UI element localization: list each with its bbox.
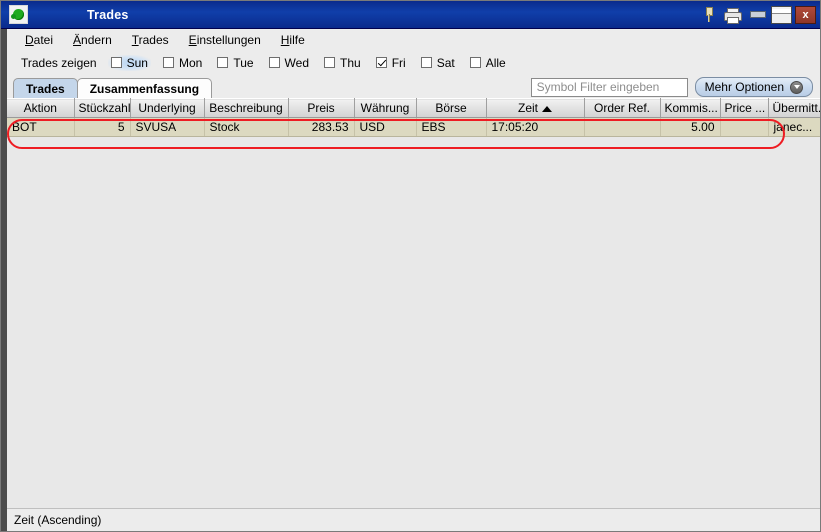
tab-toolbar: Mehr Optionen — [530, 77, 813, 97]
column-header-zeit-label: Zeit — [517, 101, 538, 115]
menu-label: instellungen — [196, 33, 261, 47]
column-header-waehrung[interactable]: Währung — [354, 98, 417, 118]
tab-strip: Trades Zusammenfassung Mehr Optionen — [7, 74, 820, 98]
menu-label: atei — [33, 33, 54, 47]
minimize-button[interactable] — [747, 6, 768, 24]
cell-beschreibung: Stock — [204, 117, 289, 137]
table-row[interactable]: BOT 5 SVUSA Stock 283.53 USD EBS 17:05:2… — [7, 117, 820, 137]
window-body: Datei Ändern Trades Einstellungen Hilfe … — [1, 29, 820, 531]
trades-table-container[interactable]: Aktion Stückzahl Underlying Beschreibung… — [7, 98, 820, 508]
menu-label: ilfe — [289, 33, 305, 47]
checkbox-box-thu — [324, 57, 336, 68]
printer-icon[interactable] — [720, 4, 744, 26]
column-header-preis[interactable]: Preis — [288, 98, 355, 118]
menu-item-trades[interactable]: Trades — [123, 31, 178, 49]
checkbox-label-sat: Sat — [436, 55, 455, 70]
checkbox-box-fri — [375, 57, 387, 68]
trades-table: Aktion Stückzahl Underlying Beschreibung… — [7, 98, 820, 137]
checkbox-box-tue — [217, 57, 229, 68]
checkbox-box-mon — [162, 57, 174, 68]
status-bar-text: Zeit (Ascending) — [14, 513, 102, 527]
checkbox-box-sun — [110, 57, 122, 68]
close-button[interactable]: x — [795, 5, 816, 24]
checkbox-label-wed: Wed — [284, 55, 310, 70]
cell-underlying: SVUSA — [130, 117, 205, 137]
menu-bar: Datei Ändern Trades Einstellungen Hilfe — [7, 29, 820, 51]
menu-item-datei[interactable]: Datei — [16, 31, 62, 49]
cell-uebermittler: janec... — [768, 117, 820, 137]
checkbox-sat[interactable]: Sat — [418, 55, 458, 71]
pin-icon[interactable] — [696, 4, 720, 26]
cell-preis: 283.53 — [288, 117, 355, 137]
symbol-filter-input[interactable] — [530, 77, 688, 97]
title-bar[interactable]: Trades x — [1, 1, 820, 29]
checkbox-label-mon: Mon — [178, 55, 203, 70]
checkbox-box-sat — [420, 57, 432, 68]
menu-mnemonic: E — [188, 33, 197, 47]
tab-trades[interactable]: Trades — [13, 78, 78, 98]
chevron-down-icon — [790, 80, 803, 94]
column-header-kommission[interactable]: Kommis... — [660, 98, 721, 118]
checkbox-label-tue: Tue — [233, 55, 254, 70]
more-options-button[interactable]: Mehr Optionen — [694, 77, 813, 97]
checkbox-label-sun: Sun — [126, 55, 148, 70]
checkbox-mon[interactable]: Mon — [160, 55, 205, 71]
column-header-order-ref[interactable]: Order Ref. — [584, 98, 661, 118]
menu-item-einstellungen[interactable]: Einstellungen — [180, 31, 270, 49]
column-header-stueckzahl[interactable]: Stückzahl — [74, 98, 131, 118]
menu-label: ndern — [81, 33, 112, 47]
table-empty-area — [7, 137, 820, 508]
checkbox-tue[interactable]: Tue — [214, 55, 256, 71]
checkbox-wed[interactable]: Wed — [266, 55, 312, 71]
day-filter-row: Trades zeigen Sun Mon Tue Wed Thu Fri Sa… — [7, 51, 820, 74]
checkbox-label-fri: Fri — [391, 55, 406, 70]
cell-aktion: BOT — [7, 117, 75, 137]
trades-window: Trades x Datei Ändern Trades Einstellung… — [0, 0, 821, 532]
status-bar: Zeit (Ascending) — [7, 508, 820, 531]
cell-zeit: 17:05:20 — [486, 117, 585, 137]
menu-mnemonic: D — [25, 33, 34, 47]
menu-mnemonic: Ä — [73, 33, 82, 47]
checkbox-alle[interactable]: Alle — [467, 55, 509, 71]
cell-order-ref — [584, 117, 661, 137]
column-header-uebermittler[interactable]: Übermitt... — [768, 98, 820, 118]
column-header-beschreibung[interactable]: Beschreibung — [204, 98, 289, 118]
menu-item-aendern[interactable]: Ändern — [64, 31, 121, 49]
checkbox-sun[interactable]: Sun — [107, 54, 151, 71]
cell-kommission: 5.00 — [660, 117, 721, 137]
table-header-row: Aktion Stückzahl Underlying Beschreibung… — [7, 98, 820, 118]
cell-stueckzahl: 5 — [74, 117, 131, 137]
checkbox-box-alle — [469, 57, 481, 68]
column-header-underlying[interactable]: Underlying — [130, 98, 205, 118]
more-options-label: Mehr Optionen — [704, 80, 784, 94]
table-body: BOT 5 SVUSA Stock 283.53 USD EBS 17:05:2… — [7, 117, 820, 137]
cell-waehrung: USD — [354, 117, 417, 137]
column-header-aktion[interactable]: Aktion — [7, 98, 75, 118]
tab-zusammenfassung[interactable]: Zusammenfassung — [76, 78, 213, 98]
cell-price — [720, 117, 769, 137]
menu-mnemonic: T — [131, 33, 139, 47]
column-header-price[interactable]: Price ... — [720, 98, 769, 118]
cell-boerse: EBS — [416, 117, 487, 137]
maximize-button[interactable] — [771, 5, 792, 24]
checkbox-label-alle: Alle — [485, 55, 506, 70]
column-header-zeit[interactable]: Zeit — [486, 98, 585, 118]
column-header-boerse[interactable]: Börse — [416, 98, 487, 118]
checkbox-box-wed — [268, 57, 280, 68]
app-icon — [1, 1, 35, 28]
day-filter-label: Trades zeigen — [21, 55, 97, 70]
menu-item-hilfe[interactable]: Hilfe — [272, 31, 314, 49]
window-title: Trades — [87, 7, 129, 22]
checkbox-thu[interactable]: Thu — [321, 55, 364, 71]
checkbox-fri[interactable]: Fri — [373, 55, 409, 71]
title-bar-controls: x — [696, 1, 816, 28]
sort-ascending-icon — [542, 105, 552, 112]
menu-label: rades — [138, 33, 169, 47]
checkbox-label-thu: Thu — [340, 55, 361, 70]
